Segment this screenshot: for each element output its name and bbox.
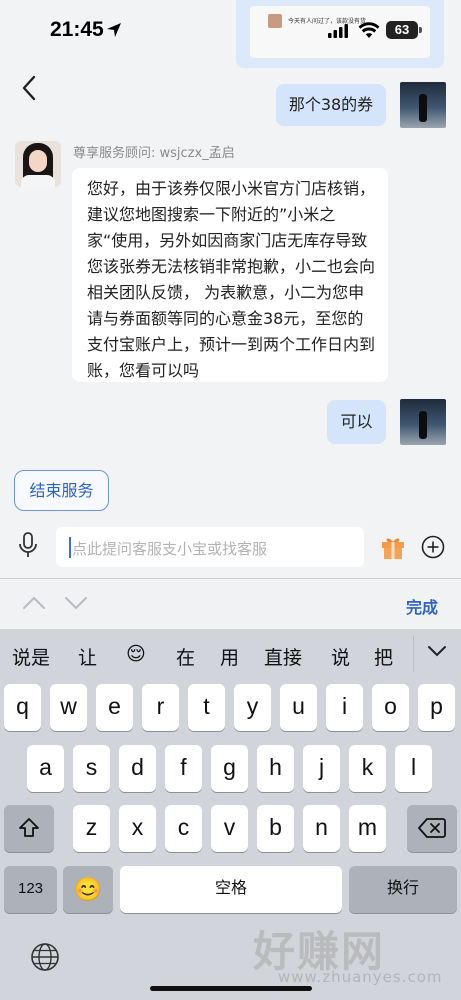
key-k[interactable]: k <box>349 745 386 792</box>
thumbnail-avatar <box>268 14 282 28</box>
gift-icon[interactable] <box>380 534 406 560</box>
user-message-bubble: 可以 <box>327 400 386 444</box>
space-key[interactable]: 空格 <box>120 866 342 913</box>
candidate-word[interactable]: 在 <box>176 643 195 670</box>
agent-avatar-face <box>29 150 47 172</box>
numbers-key[interactable]: 123 <box>4 866 57 913</box>
microphone-icon[interactable] <box>17 532 39 558</box>
shift-icon <box>19 818 39 837</box>
chevron-up-icon[interactable] <box>22 595 46 611</box>
key-r[interactable]: r <box>142 684 179 731</box>
location-arrow-icon <box>107 23 121 37</box>
agent-avatar-body <box>21 175 55 187</box>
key-j[interactable]: j <box>303 745 340 792</box>
key-p[interactable]: p <box>418 684 455 731</box>
end-service-button[interactable]: 结束服务 <box>14 470 109 511</box>
key-i[interactable]: i <box>326 684 363 731</box>
candidate-emoji[interactable]: 😌 <box>126 643 146 665</box>
return-key[interactable]: 换行 <box>349 866 457 913</box>
battery-indicator: 63 <box>386 21 418 39</box>
key-f[interactable]: f <box>165 745 202 792</box>
delete-key[interactable] <box>407 805 457 852</box>
back-icon[interactable] <box>16 74 44 102</box>
key-s[interactable]: s <box>73 745 110 792</box>
agent-name: 尊享服务顾问: wsjczx_孟启 <box>73 146 235 161</box>
key-m[interactable]: m <box>349 805 386 852</box>
input-placeholder: 点此提问客服支小宝或找客服 <box>72 540 268 558</box>
agent-message-bubble: 您好，由于该券仅限小米官方门店核销，建议您地图搜索一下附近的”小米之家“使用，另… <box>72 168 388 382</box>
message-input[interactable]: 点此提问客服支小宝或找客服 <box>56 527 364 567</box>
chevron-down-icon[interactable] <box>64 595 88 611</box>
key-n[interactable]: n <box>303 805 340 852</box>
text-caret <box>69 537 71 558</box>
candidate-separator <box>413 636 414 672</box>
emoji-key[interactable]: 😊 <box>63 866 113 913</box>
key-d[interactable]: d <box>119 745 156 792</box>
key-t[interactable]: t <box>188 684 225 731</box>
key-b[interactable]: b <box>257 805 294 852</box>
candidate-word[interactable]: 让 <box>78 643 97 670</box>
globe-icon[interactable] <box>30 942 60 972</box>
key-a[interactable]: a <box>27 745 64 792</box>
user-avatar[interactable] <box>400 399 446 445</box>
status-bar: 21:45 今天有人问过了，该款没有货 63 <box>0 0 461 68</box>
watermark-url: www.zhuanyes.com <box>278 968 443 986</box>
agent-message-text: 您好，由于该券仅限小米官方门店核销，建议您地图搜索一下附近的”小米之家“使用，另… <box>87 179 376 380</box>
user-avatar[interactable] <box>400 82 446 128</box>
home-indicator <box>150 986 312 991</box>
signal-icon <box>328 24 348 38</box>
agent-avatar[interactable] <box>15 141 61 187</box>
key-q[interactable]: q <box>4 684 41 731</box>
user-message-bubble: 那个38的券 <box>276 84 386 126</box>
status-time: 21:45 <box>50 18 104 41</box>
candidate-word[interactable]: 说是 <box>12 643 50 670</box>
shift-key[interactable] <box>4 805 54 852</box>
battery-tip <box>419 27 422 33</box>
key-g[interactable]: g <box>211 745 248 792</box>
key-v[interactable]: v <box>211 805 248 852</box>
key-e[interactable]: e <box>96 684 133 731</box>
key-c[interactable]: c <box>165 805 202 852</box>
key-l[interactable]: l <box>395 745 432 792</box>
expand-candidates-icon[interactable] <box>426 640 448 662</box>
wifi-icon <box>358 22 380 38</box>
candidate-word[interactable]: 用 <box>220 643 239 670</box>
thumbnail-text: 今天有人问过了，该款没有货 <box>288 18 367 25</box>
key-y[interactable]: y <box>234 684 271 731</box>
candidate-word[interactable]: 直接 <box>264 643 302 670</box>
key-o[interactable]: o <box>372 684 409 731</box>
key-x[interactable]: x <box>119 805 156 852</box>
key-h[interactable]: h <box>257 745 294 792</box>
candidate-word[interactable]: 把 <box>374 643 393 670</box>
delete-icon <box>418 818 446 838</box>
key-u[interactable]: u <box>280 684 317 731</box>
candidate-word[interactable]: 说 <box>331 643 350 670</box>
done-button[interactable]: 完成 <box>406 594 438 618</box>
plus-circle-icon[interactable] <box>421 535 445 559</box>
key-w[interactable]: w <box>50 684 87 731</box>
key-z[interactable]: z <box>73 805 110 852</box>
